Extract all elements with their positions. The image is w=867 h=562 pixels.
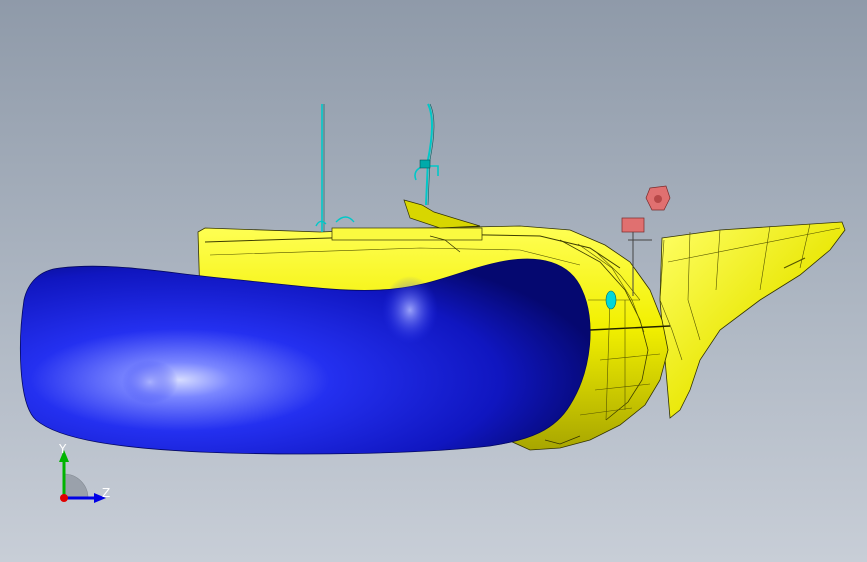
- axis-y-label: Y: [59, 442, 67, 456]
- cad-viewport[interactable]: Y Z: [0, 0, 867, 562]
- boat-model[interactable]: [0, 0, 867, 562]
- antenna-mast-right[interactable]: [414, 103, 439, 206]
- stern-transom[interactable]: [659, 221, 846, 419]
- inflatable-float[interactable]: [20, 258, 591, 455]
- antenna-mast-left[interactable]: [315, 104, 355, 232]
- fitting-icon: [654, 195, 662, 203]
- stern-fitting-upper[interactable]: [645, 185, 671, 211]
- axis-z-label: Z: [102, 486, 111, 500]
- porthole-icon: [605, 290, 617, 310]
